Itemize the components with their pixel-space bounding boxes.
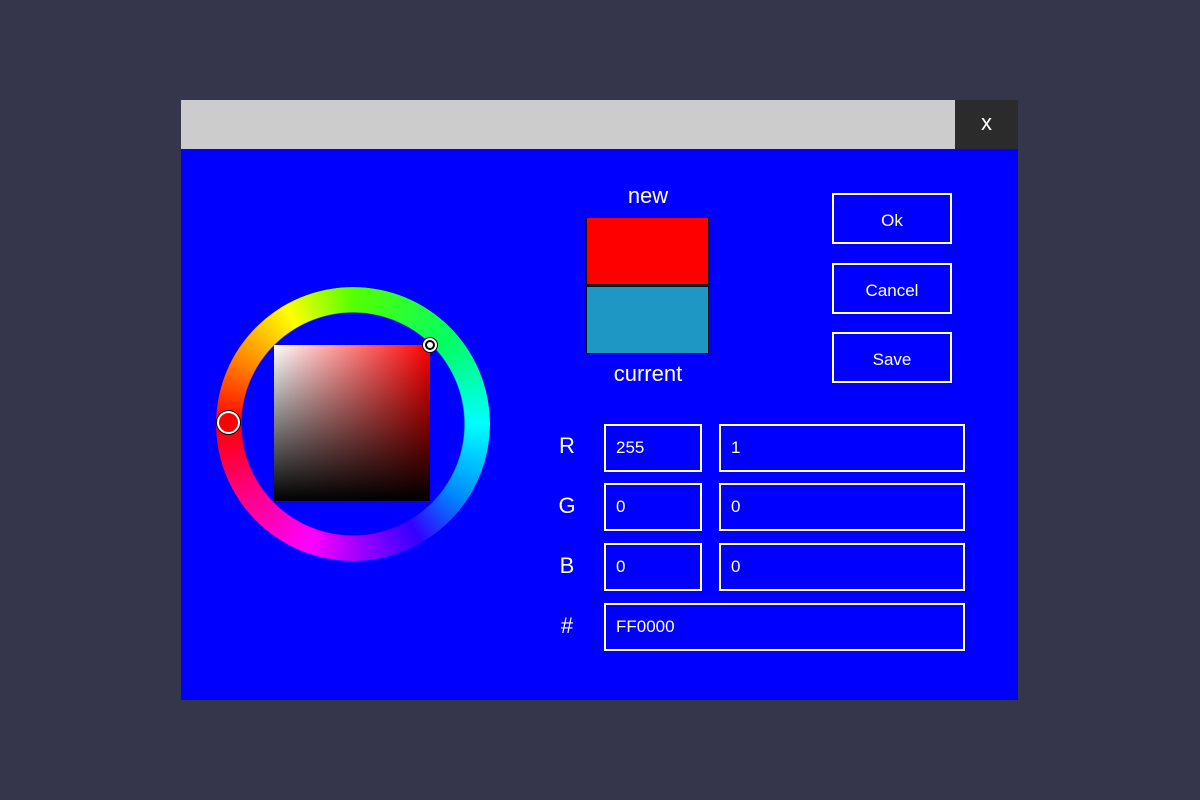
- current-color-swatch[interactable]: [586, 286, 709, 354]
- red-value-field[interactable]: 255: [604, 424, 702, 472]
- blue-fraction-field[interactable]: 0: [719, 543, 965, 591]
- green-fraction-field[interactable]: 0: [719, 483, 965, 531]
- red-channel-label: R: [559, 433, 575, 458]
- new-color-label: new: [627, 183, 669, 208]
- cancel-button[interactable]: Cancel: [832, 263, 952, 314]
- current-color-label: current: [613, 361, 683, 386]
- hue-handle[interactable]: [217, 411, 240, 434]
- new-color-swatch: [586, 217, 709, 285]
- saturation-value-square[interactable]: [274, 345, 430, 501]
- save-button[interactable]: Save: [832, 332, 952, 383]
- red-fraction-field[interactable]: 1: [719, 424, 965, 472]
- blue-value-field[interactable]: 0: [604, 543, 702, 591]
- blue-channel-label: B: [559, 553, 575, 578]
- dialog-body: new current Ok Cancel Save R 255 1 G 0 0…: [181, 149, 1018, 700]
- close-button[interactable]: x: [955, 100, 1018, 149]
- ok-button[interactable]: Ok: [832, 193, 952, 244]
- hex-label: #: [560, 613, 574, 638]
- green-channel-label: G: [558, 493, 576, 518]
- hex-value-field[interactable]: FF0000: [604, 603, 965, 651]
- green-value-field[interactable]: 0: [604, 483, 702, 531]
- color-picker-dialog: x new current Ok Cancel Save R 255 1 G 0…: [181, 100, 1018, 700]
- dialog-titlebar[interactable]: x: [181, 100, 1018, 149]
- saturation-value-handle[interactable]: [423, 338, 437, 352]
